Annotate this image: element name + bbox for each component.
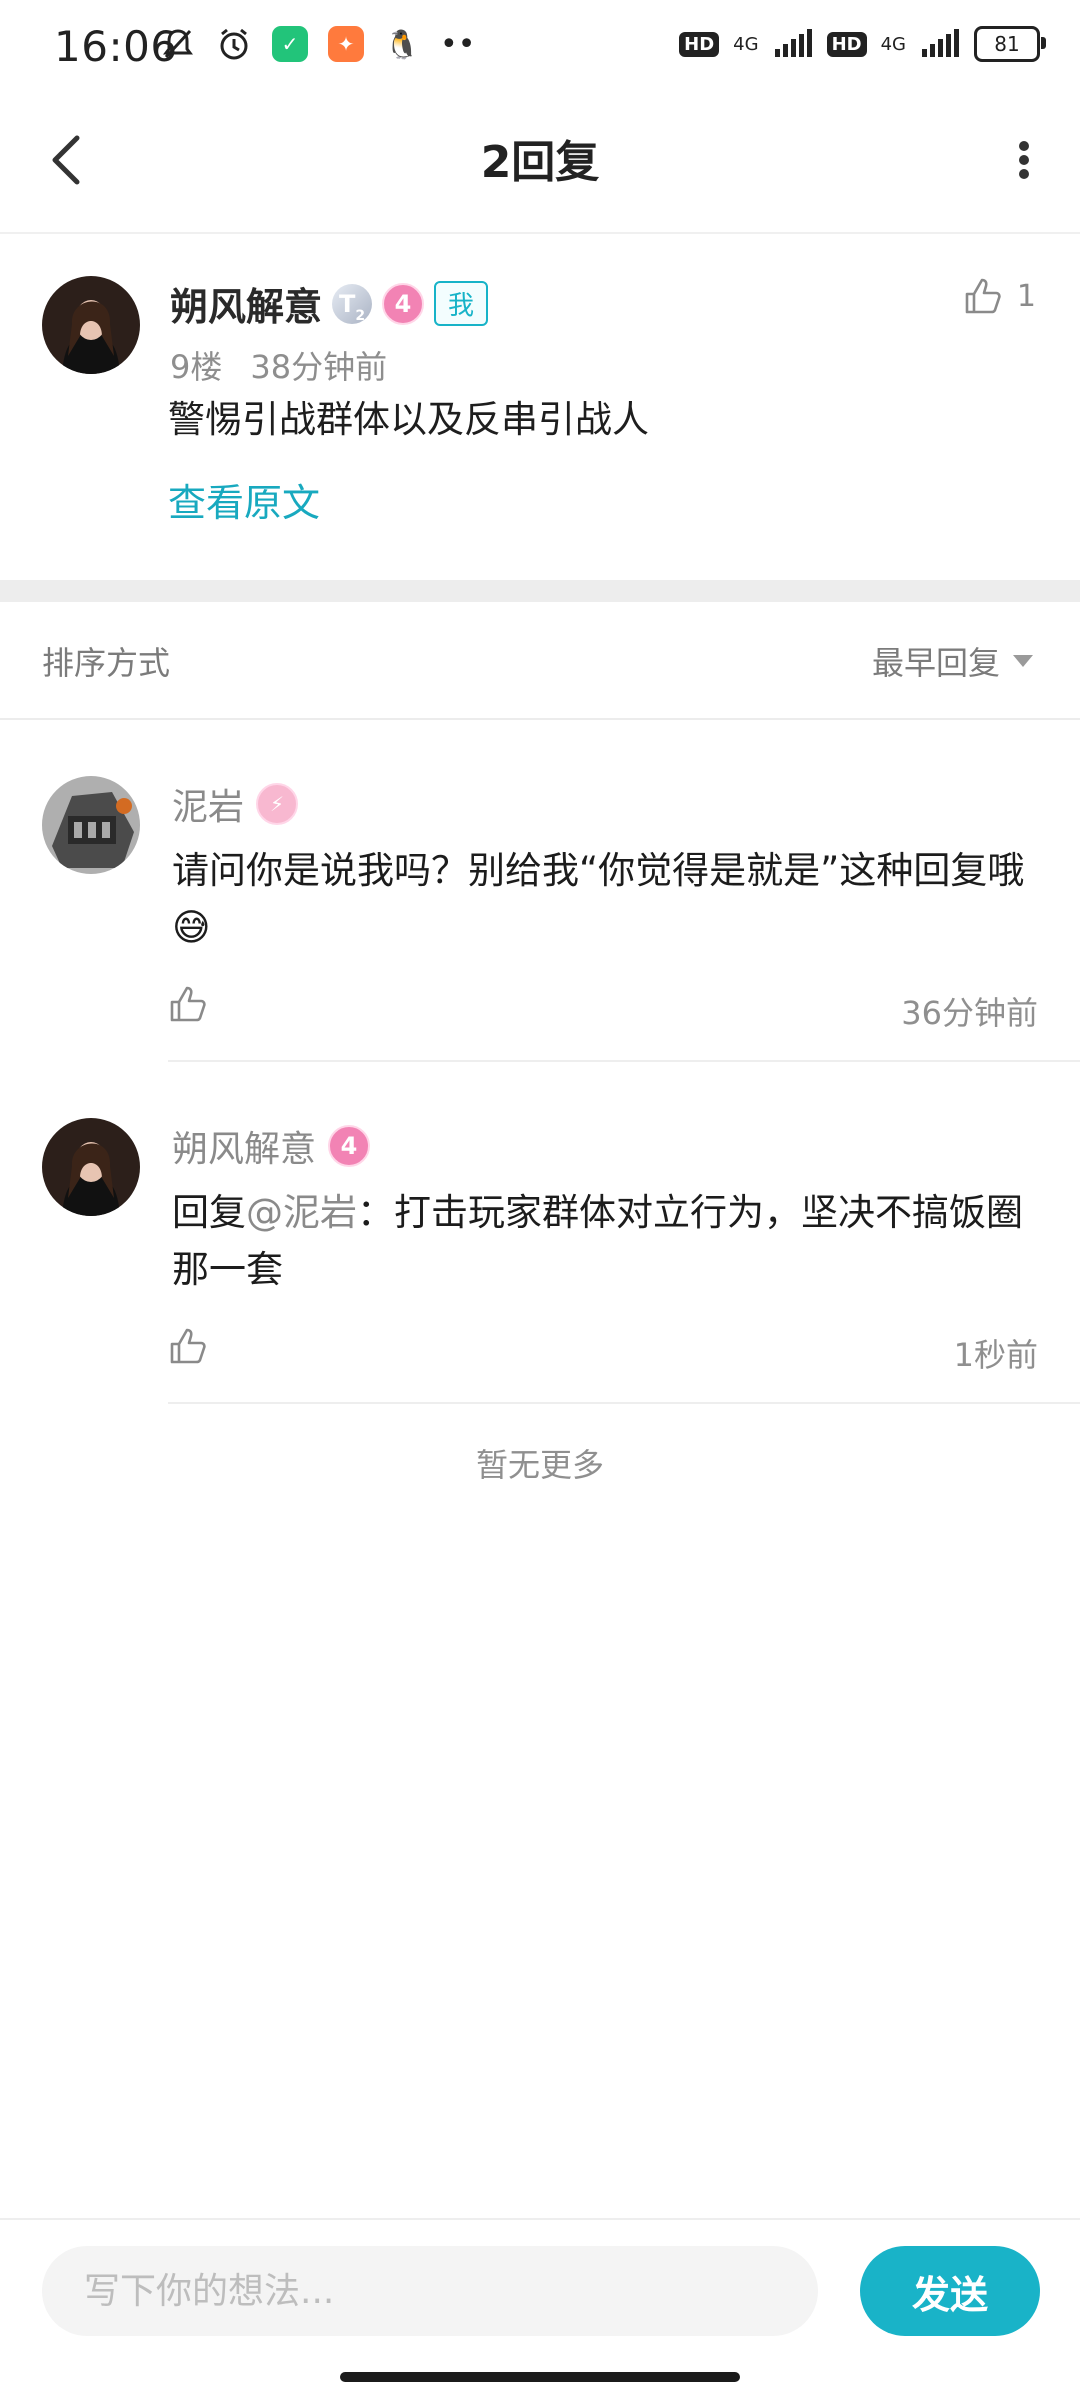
no-more-text: 暂无更多 — [475, 1446, 604, 1484]
author-name[interactable]: 朔风解意 — [170, 276, 322, 331]
battery-level: 81 — [994, 32, 1020, 56]
comment-time: 38分钟前 — [250, 348, 388, 386]
signal-icon — [774, 29, 812, 57]
more-options-button[interactable] — [994, 130, 1054, 190]
shield-app-icon: ✓ — [272, 26, 308, 62]
more-notifications-icon: •• — [440, 26, 476, 62]
view-original-link[interactable]: 查看原文 — [168, 472, 320, 527]
reply-separator — [168, 1060, 1080, 1062]
reply-author-name[interactable]: 泥岩 — [172, 778, 244, 830]
reply-author-name[interactable]: 朔风解意 — [172, 1120, 316, 1172]
comment-text: 警惕引战群体以及反串引战人 — [168, 398, 649, 441]
author-row: 朔风解意 T2 4 我 — [170, 276, 489, 331]
reply-author-row: 朔风解意 4 — [172, 1120, 371, 1172]
network-label-1: 4G — [733, 33, 759, 55]
thumbs-up-icon — [170, 1328, 206, 1364]
avatar-image — [42, 776, 140, 874]
comment-input[interactable] — [42, 2246, 818, 2336]
thumbs-up-icon — [965, 278, 1001, 314]
thumbs-up-icon — [170, 986, 206, 1022]
reply-author-row: 泥岩 ⚡ — [172, 778, 299, 830]
page-title: 2回复 — [480, 137, 600, 188]
reply-text: 回复@泥岩：打击玩家群体对立行为，坚决不搞饭圈那一套 — [172, 1184, 1040, 1298]
reply-time: 36分钟前 — [901, 994, 1038, 1032]
hd-icon: HD — [679, 31, 720, 57]
title-badge-icon: T2 — [332, 283, 373, 324]
level-badge: 4 — [382, 282, 425, 325]
more-vertical-icon — [1019, 141, 1029, 179]
alarm-icon — [220, 28, 248, 60]
floor-number: 9楼 — [170, 348, 223, 386]
sort-row: 排序方式 最早回复 — [0, 602, 1080, 720]
status-bar: 16:06 ✓ ✦ 🐧 •• HD 4G HD 4G 81 — [0, 0, 1080, 100]
reply-like-button[interactable] — [168, 984, 208, 1028]
mention-link[interactable]: @泥岩 — [246, 1191, 357, 1234]
caret-down-icon — [1013, 655, 1033, 667]
network-label-2: 4G — [880, 33, 906, 55]
reply-separator — [168, 1402, 1080, 1404]
status-icons-left: ✓ ✦ 🐧 •• — [160, 26, 475, 62]
reply-avatar[interactable] — [42, 776, 140, 874]
reply-like-button[interactable] — [168, 1326, 208, 1370]
title-badge-sub: 2 — [355, 307, 366, 324]
avatar-image — [42, 276, 140, 374]
reply-text: 请问你是说我吗？别给我“你觉得是就是”这种回复哦😅 — [172, 849, 1025, 949]
battery-icon: 81 — [974, 26, 1046, 62]
section-divider — [0, 580, 1080, 602]
level-badge: 4 — [328, 1125, 371, 1167]
header: 2回复 — [0, 100, 1080, 234]
send-button[interactable]: 发送 — [860, 2246, 1040, 2336]
like-count: 1 — [1016, 278, 1036, 314]
reply-time: 1秒前 — [953, 1336, 1038, 1374]
reply-prefix: 回复 — [172, 1191, 246, 1234]
sort-value: 最早回复 — [871, 644, 1000, 682]
signal-icon-2 — [922, 29, 959, 57]
level-badge-icon: ⚡ — [256, 783, 299, 825]
hd-icon-2: HD — [826, 31, 867, 57]
shopping-app-icon: ✦ — [328, 26, 364, 62]
like-button[interactable]: 1 — [963, 276, 1036, 316]
avatar-image — [42, 1118, 140, 1216]
home-indicator[interactable] — [340, 2372, 740, 2382]
qq-icon: 🐧 — [384, 26, 420, 62]
me-tag: 我 — [434, 281, 489, 326]
reply-avatar[interactable] — [42, 1118, 140, 1216]
avatar[interactable] — [42, 276, 140, 374]
status-time: 16:06 — [54, 22, 178, 71]
comment-meta: 9楼 38分钟前 — [170, 342, 387, 388]
title-badge-text: T — [338, 289, 356, 318]
sort-dropdown[interactable]: 最早回复 — [872, 638, 1034, 684]
status-icons-right: HD 4G HD 4G 81 — [679, 26, 1046, 62]
mute-bell-icon — [163, 29, 193, 59]
sort-label: 排序方式 — [42, 644, 171, 682]
